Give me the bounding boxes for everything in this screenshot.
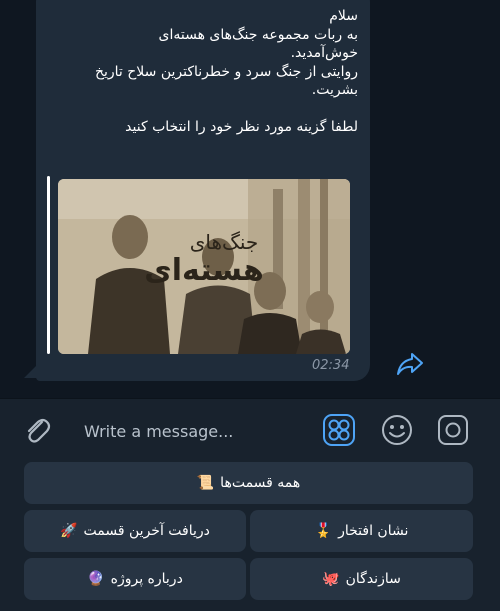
forward-arrow-icon xyxy=(397,353,423,375)
emoji-button[interactable] xyxy=(380,413,414,447)
rocket-icon: 🚀 xyxy=(60,523,78,539)
camera-button[interactable] xyxy=(436,413,470,447)
composer-bar xyxy=(0,398,500,461)
link-preview-bar xyxy=(47,176,50,354)
instagram-camera-icon xyxy=(438,415,468,445)
smiley-icon xyxy=(382,415,412,445)
about-project-button[interactable]: درباره پروژه 🔮 xyxy=(24,558,246,600)
message-time: 02:34 xyxy=(312,358,350,373)
crystal-ball-icon: 🔮 xyxy=(87,571,105,587)
medal-icon: 🎖️ xyxy=(314,523,333,539)
bot-keyboard-button[interactable] xyxy=(322,413,356,447)
chat-area: سلام به ربات مجموعه جنگ‌های هسته‌ای خوش‌… xyxy=(0,0,500,398)
message-input[interactable] xyxy=(82,418,306,444)
attach-button[interactable] xyxy=(20,413,54,447)
paperclip-icon xyxy=(27,418,51,443)
bot-reply-keyboard: همه قسمت‌ها 📜 دریافت آخرین قسمت 🚀 نشان ا… xyxy=(0,460,500,611)
message-text: سلام به ربات مجموعه جنگ‌های هسته‌ای خوش‌… xyxy=(94,8,358,135)
preview-title: جنگ‌های هسته‌ای xyxy=(58,231,350,289)
all-episodes-button[interactable]: همه قسمت‌ها 📜 xyxy=(24,462,473,504)
about-project-label: درباره پروژه xyxy=(110,571,183,587)
forward-button[interactable] xyxy=(395,350,425,378)
preview-title-large: هسته‌ای xyxy=(144,253,264,288)
creators-button[interactable]: سازندگان 🐙 xyxy=(250,558,473,600)
latest-episode-label: دریافت آخرین قسمت xyxy=(83,523,210,539)
message-bubble-tail xyxy=(24,364,38,378)
bot-keyboard-icon xyxy=(323,414,355,446)
medal-of-honor-button[interactable]: نشان افتخار 🎖️ xyxy=(250,510,473,552)
latest-episode-button[interactable]: دریافت آخرین قسمت 🚀 xyxy=(24,510,246,552)
scroll-icon: 📜 xyxy=(196,475,215,491)
octopus-icon: 🐙 xyxy=(322,571,340,587)
preview-title-small: جنگ‌های xyxy=(189,230,259,254)
all-episodes-label: همه قسمت‌ها xyxy=(220,475,301,491)
creators-label: سازندگان xyxy=(345,571,401,587)
medal-of-honor-label: نشان افتخار xyxy=(338,523,409,539)
link-preview-image[interactable]: جنگ‌های هسته‌ای xyxy=(58,179,350,354)
